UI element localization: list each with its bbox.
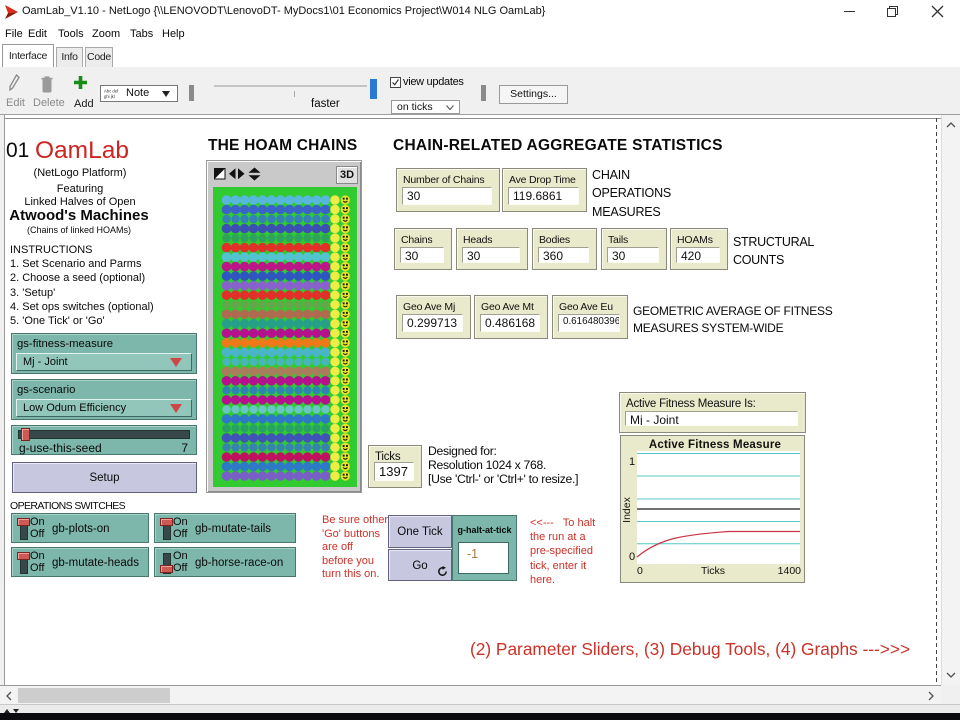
svg-text:Index: Index [621,496,633,522]
svg-text:Abc def: Abc def [104,89,119,94]
svg-text:1: 1 [629,456,635,468]
svg-text:0: 0 [637,565,643,577]
svg-text:ghi jkl: ghi jkl [104,94,115,99]
svg-text:0: 0 [629,551,635,563]
svg-text:1400: 1400 [778,565,802,577]
svg-text:Ticks: Ticks [701,565,725,577]
svg-text:Active Fitness Measure: Active Fitness Measure [649,439,781,451]
